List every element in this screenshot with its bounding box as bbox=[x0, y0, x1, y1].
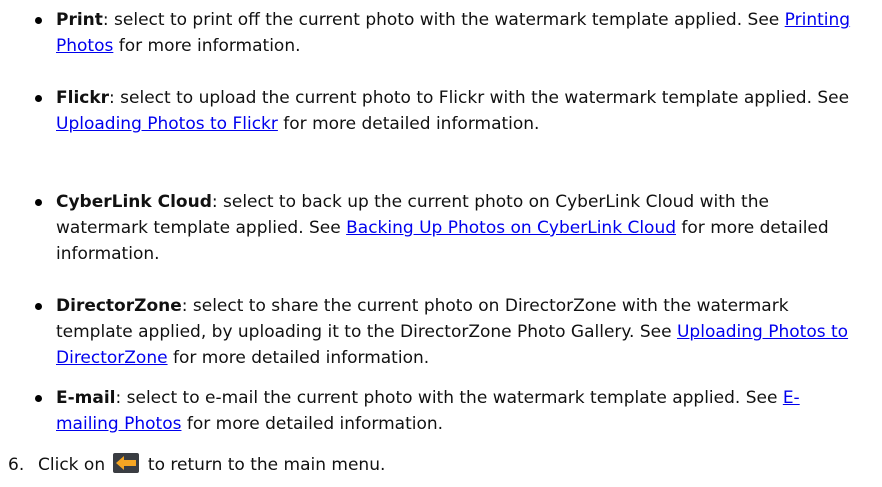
bullet-dot bbox=[35, 199, 42, 206]
bullet-flickr: Flickr: select to upload the current pho… bbox=[35, 85, 856, 137]
bullet-text: : select to e-mail the current photo wit… bbox=[115, 388, 783, 408]
step-6: 6. Click on to return to the main menu. bbox=[8, 452, 385, 478]
bullet-dot bbox=[35, 303, 42, 310]
step-number: 6. bbox=[8, 455, 25, 475]
link-uploading-photos-flickr[interactable]: Uploading Photos to Flickr bbox=[56, 114, 278, 134]
document-page: Print: select to print off the current p… bbox=[0, 0, 882, 487]
bullet-text: : select to upload the current photo to … bbox=[109, 88, 850, 108]
bullet-dot bbox=[35, 95, 42, 102]
step-text: Click on bbox=[38, 455, 106, 475]
bullet-text-after: for more detailed information. bbox=[181, 414, 444, 434]
bullet-cyberlink-cloud: CyberLink Cloud: select to back up the c… bbox=[35, 189, 856, 267]
bullet-title: DirectorZone bbox=[56, 296, 182, 316]
bullet-text: : select to print off the current photo … bbox=[102, 10, 785, 30]
step-text-after: to return to the main menu. bbox=[147, 455, 386, 475]
bullet-title: Print bbox=[56, 10, 103, 30]
link-backing-up-photos-cloud[interactable]: Backing Up Photos on CyberLink Cloud bbox=[346, 218, 676, 238]
bullet-dot bbox=[35, 17, 42, 24]
bullet-print: Print: select to print off the current p… bbox=[35, 7, 856, 59]
bullet-title: Flickr bbox=[56, 88, 110, 108]
bullet-directorzone: DirectorZone: select to share the curren… bbox=[35, 293, 856, 371]
back-arrow-icon bbox=[112, 453, 139, 473]
bullet-title: CyberLink Cloud bbox=[56, 192, 212, 212]
bullet-title: E-mail bbox=[56, 388, 116, 408]
bullet-text-after: for more detailed information. bbox=[277, 114, 540, 134]
bullet-dot bbox=[35, 395, 42, 402]
bullet-email: E-mail: select to e-mail the current pho… bbox=[35, 385, 856, 437]
bullet-text-after: for more information. bbox=[113, 36, 301, 56]
bullet-text-after: for more detailed information. bbox=[167, 348, 430, 368]
